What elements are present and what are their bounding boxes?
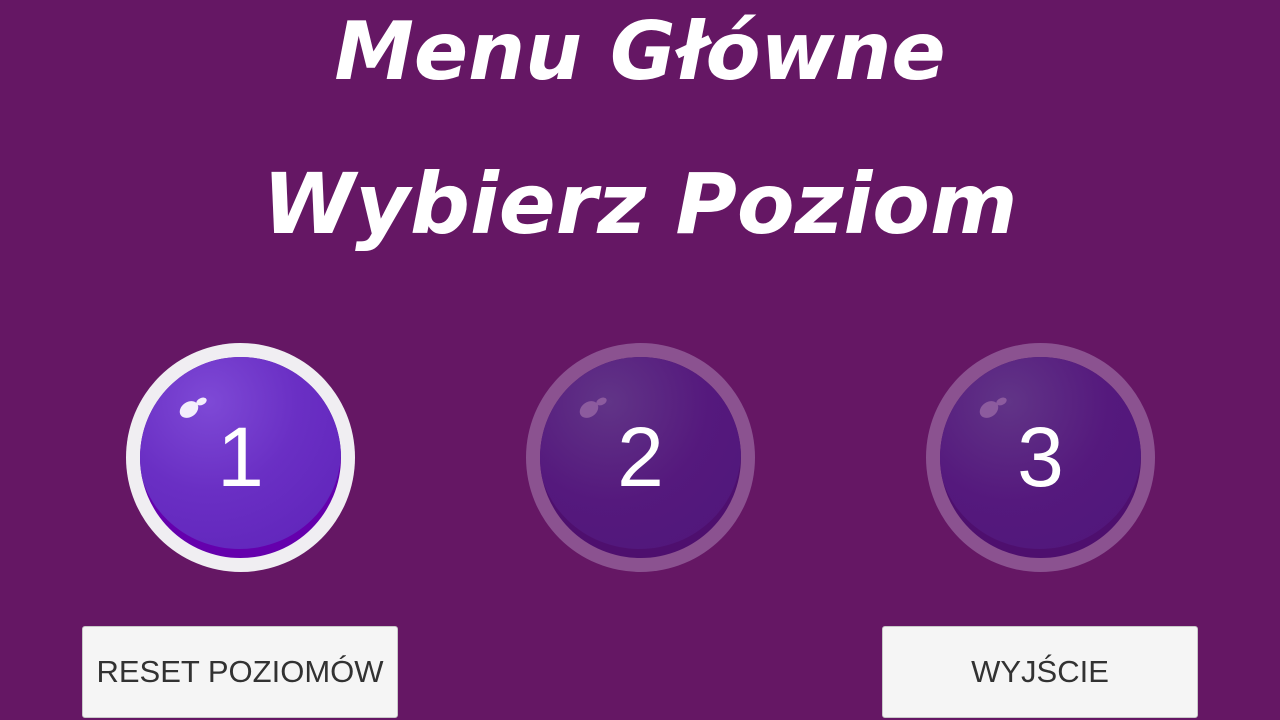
level-2-number: 2 <box>617 410 664 504</box>
level-2-button[interactable]: 2 <box>526 343 755 572</box>
level-1-button[interactable]: 1 <box>126 343 355 572</box>
exit-button[interactable]: WYJŚCIE <box>882 626 1198 718</box>
level-1-number: 1 <box>217 410 264 504</box>
level-3-button[interactable]: 3 <box>926 343 1155 572</box>
choose-level-title: Wybierz Poziom <box>262 155 1018 253</box>
main-menu-title: Menu Główne <box>334 5 946 98</box>
level-3-number: 3 <box>1017 410 1064 504</box>
reset-levels-button[interactable]: RESET POZIOMÓW <box>82 626 398 718</box>
